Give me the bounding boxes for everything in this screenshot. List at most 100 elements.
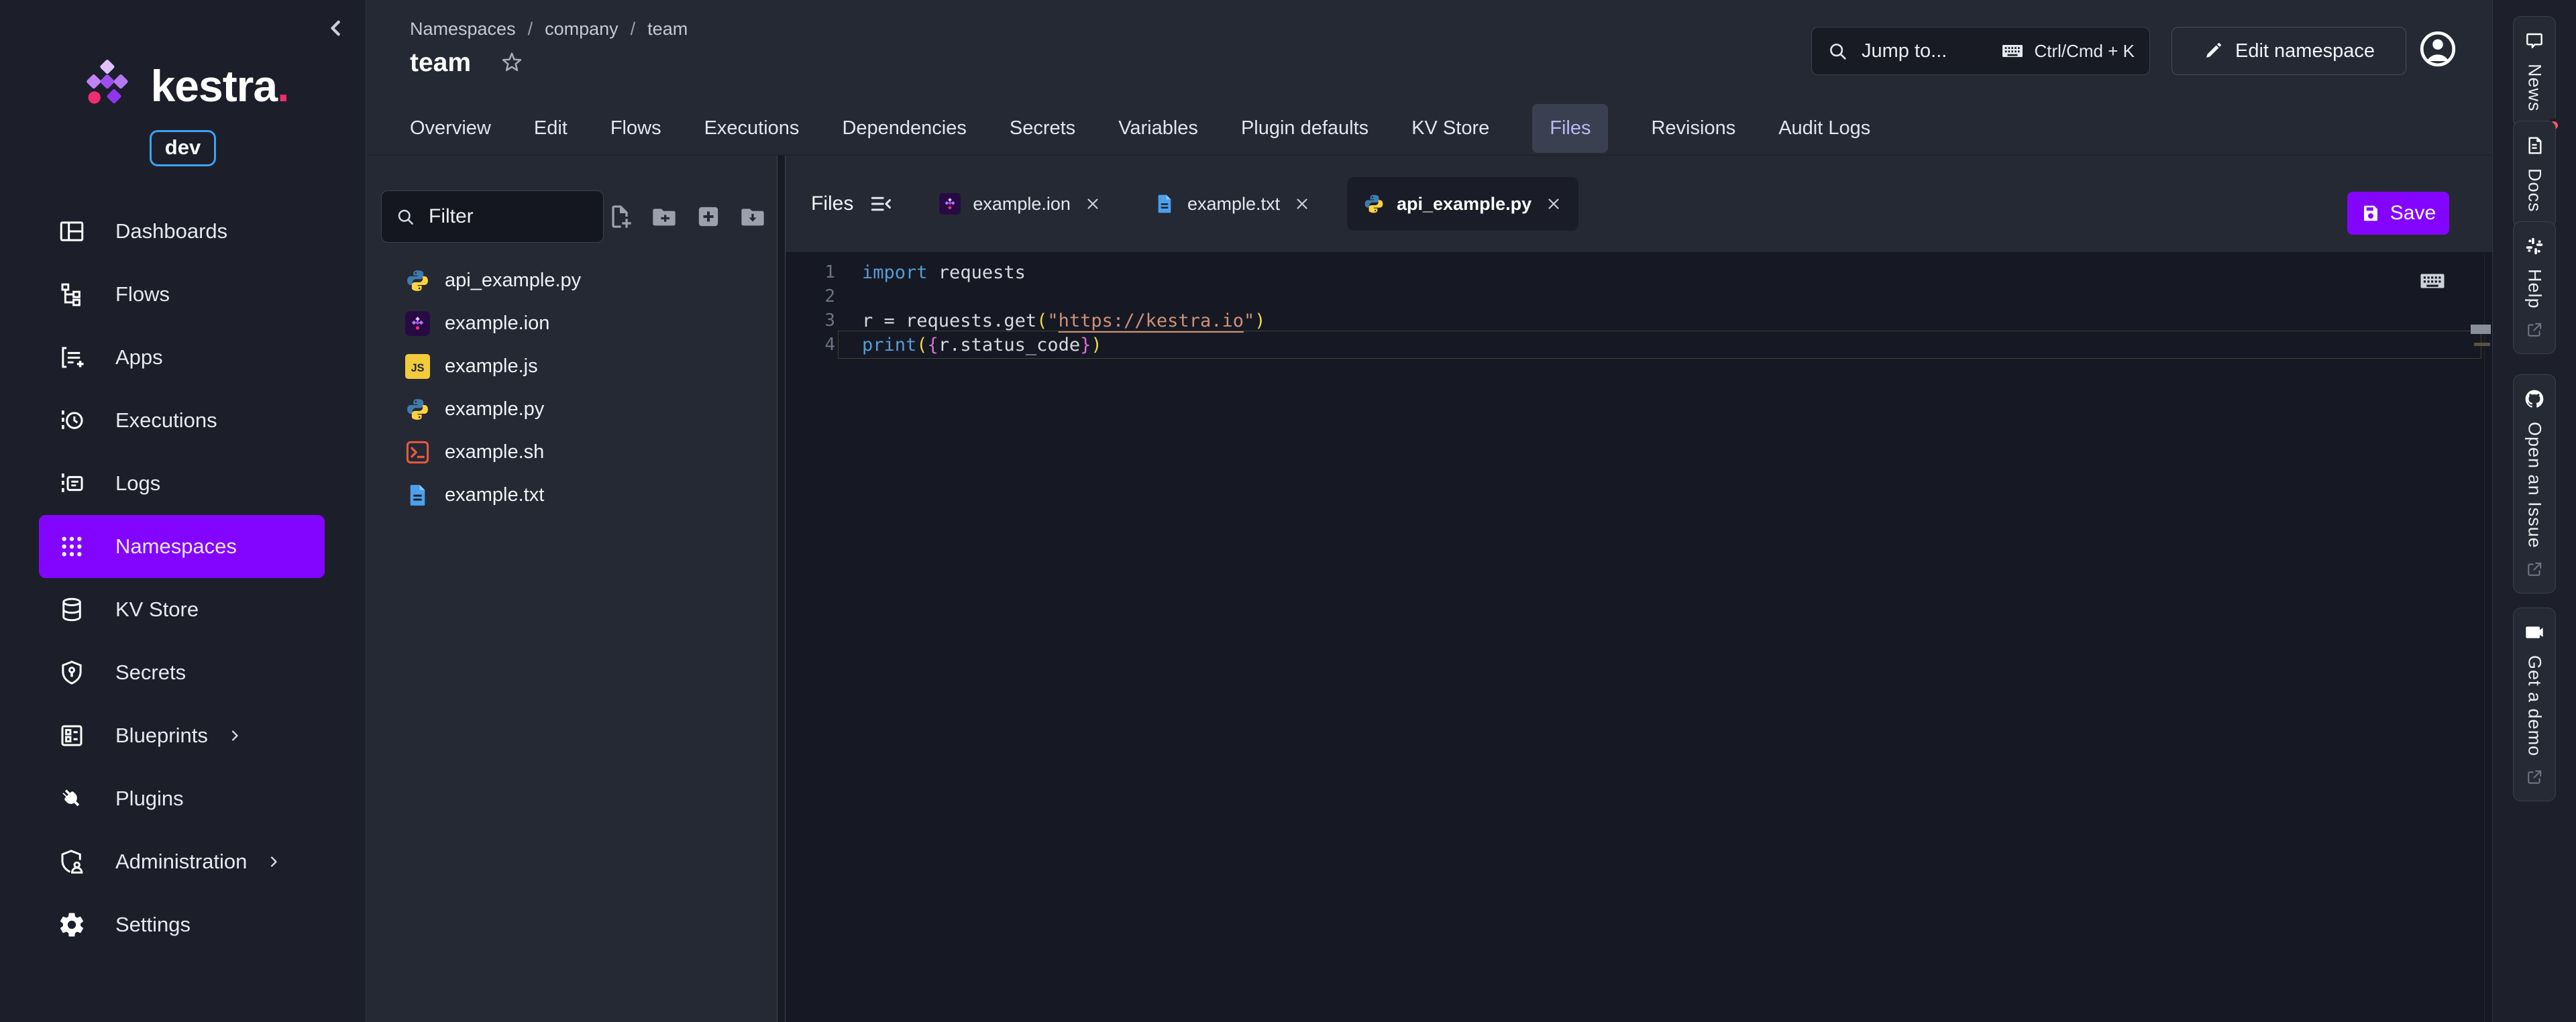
editor-tab-example-ion[interactable]: example.ion	[923, 177, 1118, 231]
breadcrumb-item[interactable]: Namespaces	[410, 19, 516, 39]
sidebar-collapse-button[interactable]	[321, 13, 351, 43]
file-name: api_example.py	[445, 270, 581, 292]
sidebar-item-flows[interactable]: Flows	[0, 263, 366, 326]
save-label: Save	[2390, 202, 2436, 225]
breadcrumb-item[interactable]: company	[545, 19, 619, 39]
sidebar-item-administration[interactable]: Administration	[0, 830, 366, 893]
file-name: example.py	[445, 398, 544, 420]
tab-overview[interactable]: Overview	[410, 117, 491, 139]
code-token: r = requests.get	[862, 310, 1036, 331]
tab-audit-logs[interactable]: Audit Logs	[1778, 117, 1870, 139]
right-tab-open-an-issue[interactable]: Open an Issue	[2513, 374, 2556, 593]
namespaces-icon	[58, 532, 86, 561]
editor-tab-example-txt[interactable]: example.txt	[1138, 177, 1327, 231]
sidebar-item-apps[interactable]: Apps	[0, 326, 366, 389]
sidebar-item-label: Plugins	[115, 787, 184, 811]
file-item-example-sh[interactable]: example.sh	[366, 431, 777, 473]
breadcrumb-separator: /	[528, 19, 533, 39]
breadcrumb-separator: /	[631, 19, 636, 39]
file-item-api-example-py[interactable]: api_example.py	[366, 259, 777, 302]
tab-flows[interactable]: Flows	[610, 117, 661, 139]
right-tab-get-a-demo[interactable]: Get a demo	[2513, 608, 2556, 801]
sidebar-item-label: Executions	[115, 408, 217, 433]
sidebar-item-namespaces[interactable]: Namespaces	[39, 515, 325, 578]
title-row: team	[410, 48, 525, 78]
close-tab-button[interactable]	[1293, 195, 1311, 213]
jump-to-search[interactable]: Jump to... Ctrl/Cmd + K	[1811, 27, 2150, 75]
user-avatar[interactable]	[2417, 28, 2459, 70]
right-sidebar: NewsDocsHelp Open an Issue Get a demo	[2492, 0, 2576, 1022]
keyboard-shortcuts-icon[interactable]	[2417, 267, 2448, 295]
file-python-icon	[405, 397, 430, 422]
sidebar-item-logs[interactable]: Logs	[0, 452, 366, 515]
new-file-button[interactable]	[606, 203, 633, 230]
code-token: r.status_code	[938, 335, 1080, 355]
tab-kv-store[interactable]: KV Store	[1411, 117, 1489, 139]
files-panel-label: Files	[811, 192, 853, 215]
right-tab-label: Get a demo	[2524, 655, 2545, 756]
tab-revisions[interactable]: Revisions	[1651, 117, 1735, 139]
new-file-icon	[606, 203, 633, 230]
tab-edit[interactable]: Edit	[534, 117, 568, 139]
close-icon	[1084, 195, 1102, 213]
sidebar-item-settings[interactable]: Settings	[0, 893, 366, 956]
file-item-example-py[interactable]: example.py	[366, 388, 777, 431]
sidebar-item-kv-store[interactable]: KV Store	[0, 578, 366, 641]
search-shortcut: Ctrl/Cmd + K	[2034, 41, 2135, 62]
right-tab-label: Open an Issue	[2524, 422, 2545, 549]
editor-tab-label: example.txt	[1187, 194, 1280, 215]
scrollbar-handle[interactable]	[2471, 325, 2491, 334]
plugins-icon	[58, 785, 86, 813]
filter-input[interactable]	[427, 205, 582, 229]
environment-badge: dev	[150, 130, 216, 166]
close-tab-button[interactable]	[1084, 195, 1102, 213]
code-token: (	[916, 335, 927, 355]
right-tab-help[interactable]: Help	[2513, 221, 2556, 354]
tab-files[interactable]: Files	[1532, 104, 1608, 153]
file-item-example-ion[interactable]: example.ion	[366, 302, 777, 345]
sidebar-item-secrets[interactable]: Secrets	[0, 641, 366, 704]
file-js-icon: JS	[405, 354, 430, 379]
code-token: )	[1254, 310, 1265, 331]
import-button[interactable]	[739, 203, 766, 230]
breadcrumb-item[interactable]: team	[647, 19, 688, 39]
code-token: "	[1047, 310, 1058, 331]
search-icon	[395, 207, 415, 227]
file-sh-icon	[405, 440, 430, 465]
file-item-example-txt[interactable]: example.txt	[366, 473, 777, 516]
file-item-example-js[interactable]: JSexample.js	[366, 345, 777, 388]
new-folder-button[interactable]	[651, 203, 678, 230]
tab-executions[interactable]: Executions	[704, 117, 800, 139]
kestra-logo-icon	[77, 56, 136, 115]
sidebar-item-label: Administration	[115, 850, 247, 874]
add-button[interactable]	[695, 203, 722, 230]
tab-plugin-defaults[interactable]: Plugin defaults	[1241, 117, 1368, 139]
right-tab-news[interactable]: News	[2513, 16, 2556, 127]
sidebar-item-executions[interactable]: Executions	[0, 389, 366, 452]
sidebar-item-dashboards[interactable]: Dashboards	[0, 200, 366, 263]
panel-resize-handle[interactable]	[777, 156, 786, 1022]
sidebar-item-blueprints[interactable]: Blueprints	[0, 704, 366, 767]
svg-text:JS: JS	[411, 362, 425, 374]
external-icon	[2526, 321, 2543, 339]
edit-namespace-button[interactable]: Edit namespace	[2171, 27, 2406, 75]
sidebar-item-label: Namespaces	[115, 534, 237, 559]
github-icon	[2524, 388, 2545, 410]
kestra-logo[interactable]: kestra.	[0, 56, 366, 115]
right-tab-docs[interactable]: Docs	[2513, 121, 2556, 228]
explorer-toolbar	[606, 190, 766, 243]
collapse-file-tree-icon[interactable]	[868, 191, 894, 217]
tab-dependencies[interactable]: Dependencies	[842, 117, 966, 139]
keyboard-icon	[2000, 39, 2025, 63]
favorite-star-icon[interactable]	[499, 50, 525, 76]
line-number: 2	[786, 286, 835, 306]
close-tab-button[interactable]	[1545, 195, 1562, 213]
save-button[interactable]: Save	[2347, 192, 2449, 235]
editor-tab-api-example-py[interactable]: api_example.py	[1347, 177, 1578, 231]
file-python-icon	[405, 268, 430, 293]
tab-variables[interactable]: Variables	[1118, 117, 1198, 139]
code-editor[interactable]: 1import requests23r = requests.get("http…	[786, 253, 2492, 1022]
tab-secrets[interactable]: Secrets	[1010, 117, 1075, 139]
code-token: requests	[928, 262, 1026, 283]
sidebar-item-plugins[interactable]: Plugins	[0, 767, 366, 830]
